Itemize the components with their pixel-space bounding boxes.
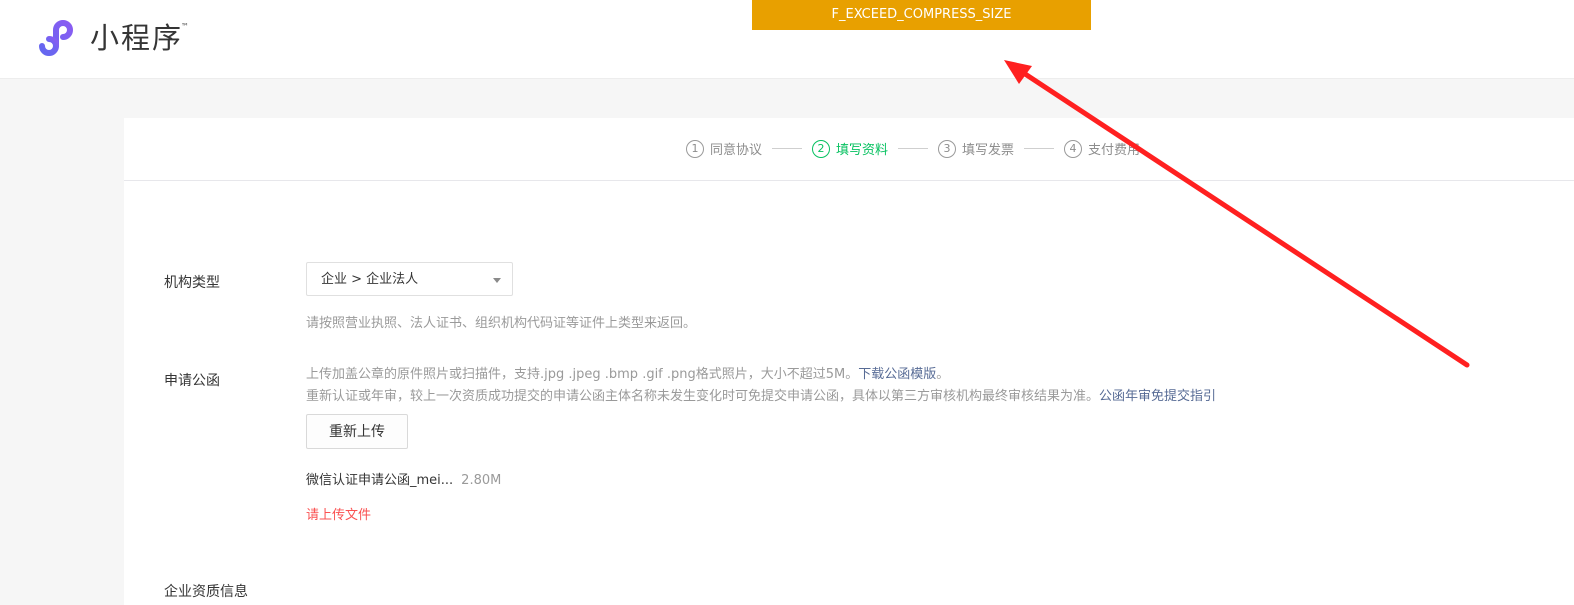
letter-hint-text: 上传加盖公章的原件照片或扫描件，支持.jpg .jpeg .bmp .gif .… bbox=[306, 367, 859, 382]
step-number: 2 bbox=[812, 139, 831, 158]
step-fill-info: 2 填写资料 bbox=[812, 139, 888, 158]
letter-hint-1: 上传加盖公章的原件照片或扫描件，支持.jpg .jpeg .bmp .gif .… bbox=[306, 363, 949, 382]
step-indicator-bar: 1 同意协议 2 填写资料 3 填写发票 4 支付费用 bbox=[124, 118, 1574, 181]
step-divider bbox=[772, 148, 803, 149]
annual-review-guide-link[interactable]: 公函年审免提交指引 bbox=[1099, 389, 1216, 404]
file-size: 2.80M bbox=[461, 473, 502, 488]
step-divider bbox=[1024, 148, 1055, 149]
logo-text: 小程序 bbox=[90, 21, 184, 55]
caret-down-icon bbox=[493, 278, 501, 283]
download-template-link[interactable]: 下载公函模版 bbox=[858, 367, 936, 382]
mini-program-logo-icon bbox=[39, 20, 74, 56]
step-number: 3 bbox=[938, 139, 957, 158]
uploaded-file: 微信认证申请公函_mei... 2.80M bbox=[306, 469, 501, 488]
main-panel: 1 同意协议 2 填写资料 3 填写发票 4 支付费用 机构类型 企业 > 企业… bbox=[124, 118, 1574, 605]
letter-hint-2-text: 重新认证或年审，较上一次资质成功提交的申请公函主体名称未发生变化时可免提交申请公… bbox=[306, 389, 1100, 404]
step-divider bbox=[898, 148, 929, 149]
upload-error: 请上传文件 bbox=[306, 508, 372, 523]
reupload-button[interactable]: 重新上传 bbox=[306, 414, 408, 449]
letter-hint-2: 重新认证或年审，较上一次资质成功提交的申请公函主体名称未发生变化时可免提交申请公… bbox=[306, 385, 1216, 404]
org-type-label: 机构类型 bbox=[164, 275, 220, 291]
org-type-hint: 请按照营业执照、法人证书、组织机构代码证等证件上类型来返回。 bbox=[306, 316, 697, 331]
step-label: 填写资料 bbox=[836, 143, 889, 158]
step-number: 4 bbox=[1064, 139, 1083, 158]
trademark-mark: ™ bbox=[181, 22, 190, 31]
org-type-value: 企业 > 企业法人 bbox=[321, 272, 419, 287]
step-agree: 1 同意协议 bbox=[686, 139, 762, 158]
org-type-select[interactable]: 企业 > 企业法人 bbox=[306, 262, 513, 296]
step-indicator: 1 同意协议 2 填写资料 3 填写发票 4 支付费用 bbox=[686, 139, 1140, 158]
step-number: 1 bbox=[686, 139, 704, 158]
letter-label: 申请公函 bbox=[164, 373, 220, 389]
logo[interactable]: 小程序 ™ bbox=[32, 16, 189, 60]
file-name: 微信认证申请公函_mei... bbox=[306, 473, 454, 488]
error-toast: F_EXCEED_COMPRESS_SIZE bbox=[752, 0, 1091, 30]
letter-hint-period: 。 bbox=[936, 367, 950, 382]
step-label: 填写发票 bbox=[962, 143, 1015, 158]
step-label: 同意协议 bbox=[710, 143, 763, 158]
step-label: 支付费用 bbox=[1088, 143, 1141, 158]
step-invoice: 3 填写发票 bbox=[938, 139, 1014, 158]
qualification-label: 企业资质信息 bbox=[164, 584, 248, 600]
step-payment: 4 支付费用 bbox=[1064, 139, 1140, 158]
